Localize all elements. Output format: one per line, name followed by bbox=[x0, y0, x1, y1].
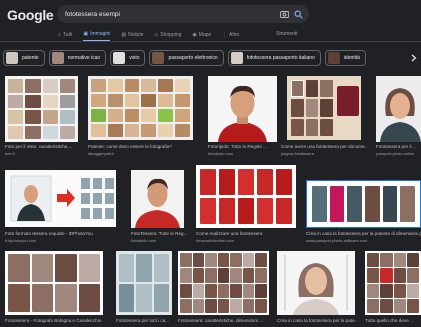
result-image[interactable] bbox=[5, 76, 78, 142]
search-box[interactable]: fototessera esempi bbox=[57, 5, 309, 23]
result-image[interactable] bbox=[131, 170, 184, 228]
result-caption[interactable]: Fototessera - Fotografo Bologna e Casale… bbox=[5, 318, 115, 323]
result-source: kee.fi bbox=[5, 151, 15, 156]
tab-label: Maps bbox=[198, 31, 212, 38]
related-chips: patente normative icao visto passaporto … bbox=[3, 50, 366, 66]
chip-patente[interactable]: patente bbox=[3, 50, 45, 66]
result-caption[interactable]: Fototessera per il ... bbox=[376, 144, 421, 149]
chip-normative-icao[interactable]: normative icao bbox=[48, 50, 107, 66]
result-image[interactable] bbox=[5, 170, 116, 227]
result-caption[interactable]: Come realizzare una fototessera bbox=[196, 231, 296, 236]
tab-shopping[interactable]: ◇ Shopping bbox=[154, 31, 181, 41]
result-source: labaggenpatt.it bbox=[88, 151, 115, 156]
result-caption[interactable]: Tutto quello che deve ... bbox=[365, 318, 421, 323]
chip-label: fototessera passaporto italiano bbox=[246, 55, 315, 61]
search-input[interactable]: fototessera esempi bbox=[65, 11, 275, 18]
result-caption[interactable]: Patente: come devo essere la fotografia? bbox=[88, 144, 198, 149]
search-icon: ⌕ bbox=[58, 31, 61, 38]
result-caption[interactable]: Fototessera per tutti i ca... bbox=[116, 318, 172, 323]
tab-images[interactable]: ▣ Immagini bbox=[83, 31, 111, 41]
result-caption[interactable]: Come avere una fototessera per docume... bbox=[281, 144, 367, 149]
tools-button[interactable]: Strumenti bbox=[276, 31, 297, 37]
chip-label: visto bbox=[129, 55, 140, 61]
chip-thumbnail bbox=[152, 52, 165, 64]
chips-next-button[interactable] bbox=[407, 50, 421, 66]
result-image[interactable] bbox=[365, 251, 421, 315]
result-image[interactable] bbox=[287, 76, 361, 140]
result-source: passport-photo.online bbox=[376, 151, 415, 156]
chip-label: passaporto elettronico bbox=[168, 55, 218, 61]
result-source: www.passport-photo-software.com bbox=[306, 238, 368, 243]
result-caption[interactable]: Fotoripido: Tutto in Regole ... bbox=[208, 144, 278, 149]
tag-icon: ◇ bbox=[154, 31, 159, 38]
id-photo-requirements bbox=[5, 170, 116, 227]
result-caption[interactable]: Crea in casa la fototessera per la pate.… bbox=[277, 318, 357, 323]
search-tabs: ⌕ Tutti ▣ Immagini ▤ Notizie ◇ Shopping ◉ Map… bbox=[58, 31, 250, 41]
pin-icon: ◉ bbox=[192, 31, 197, 38]
result-caption[interactable]: Fototessera: caratteristiche, dimensioni… bbox=[178, 318, 270, 323]
tab-label: Shopping bbox=[160, 31, 182, 38]
result-caption[interactable]: Foto formato tessera requisiti - IDPhoto… bbox=[5, 231, 117, 236]
result-caption[interactable]: Crea in casa la fototessera per la paten… bbox=[306, 231, 421, 236]
result-image[interactable] bbox=[196, 165, 296, 228]
camera-icon[interactable] bbox=[279, 9, 289, 19]
result-image[interactable] bbox=[277, 251, 355, 315]
result-source: fotostudiofenllee.com bbox=[196, 238, 234, 243]
result-caption[interactable]: FotoTessera: Tutte le Reg... bbox=[131, 231, 187, 236]
tab-label: Immagini bbox=[90, 31, 111, 37]
tab-label: Notizie bbox=[128, 31, 144, 38]
search-icon[interactable] bbox=[293, 9, 303, 19]
portrait-man-photo bbox=[208, 76, 277, 142]
chip-fototessera-passaporto[interactable]: fototessera passaporto italiano bbox=[227, 50, 321, 66]
chip-thumbnail bbox=[6, 52, 18, 64]
result-image[interactable] bbox=[376, 76, 421, 142]
tab-label: Tutti bbox=[62, 31, 73, 38]
google-logo[interactable]: Google bbox=[7, 7, 54, 23]
tab-news[interactable]: ▤ Notizie bbox=[121, 31, 143, 41]
chip-thumbnail bbox=[113, 52, 126, 64]
result-image[interactable] bbox=[208, 76, 277, 142]
tab-maps[interactable]: ◉ Maps bbox=[192, 31, 211, 41]
result-caption[interactable]: Foto per il visto: caratteristiche,... bbox=[5, 144, 81, 149]
chip-thumbnail bbox=[327, 52, 340, 64]
chip-label: normative icao bbox=[67, 55, 101, 61]
more-icon: ⋮ bbox=[222, 31, 228, 38]
portrait-man-photo bbox=[131, 170, 184, 228]
tab-label: Altro bbox=[229, 31, 240, 38]
result-source: it.idphotoyou.com bbox=[5, 238, 37, 243]
chip-label: patente bbox=[22, 55, 39, 61]
chip-identita[interactable]: identità bbox=[324, 50, 366, 66]
news-icon: ▤ bbox=[121, 31, 127, 38]
result-image[interactable] bbox=[5, 251, 103, 315]
result-image[interactable] bbox=[88, 76, 193, 140]
image-icon: ▣ bbox=[83, 31, 89, 37]
chip-visto[interactable]: visto bbox=[110, 50, 146, 66]
portrait-woman-photo bbox=[277, 251, 355, 315]
result-image[interactable] bbox=[306, 180, 421, 228]
chip-passaporto-elettronico[interactable]: passaporto elettronico bbox=[149, 50, 224, 66]
chip-thumbnail bbox=[230, 52, 243, 64]
portrait-woman-photo bbox=[376, 76, 421, 142]
passport-booklet bbox=[337, 86, 359, 116]
result-source: pagina fototessera bbox=[281, 151, 314, 156]
result-image[interactable] bbox=[178, 251, 269, 315]
tab-all[interactable]: ⌕ Tutti bbox=[58, 31, 72, 41]
result-source: fotoripido.com bbox=[208, 151, 234, 156]
chip-label: identità bbox=[343, 55, 360, 61]
result-image[interactable] bbox=[116, 251, 172, 315]
chip-thumbnail bbox=[51, 52, 64, 64]
result-source: fotoripido.com bbox=[131, 238, 157, 243]
tab-more[interactable]: ⋮ Altro bbox=[222, 31, 239, 41]
header-divider bbox=[0, 41, 421, 42]
